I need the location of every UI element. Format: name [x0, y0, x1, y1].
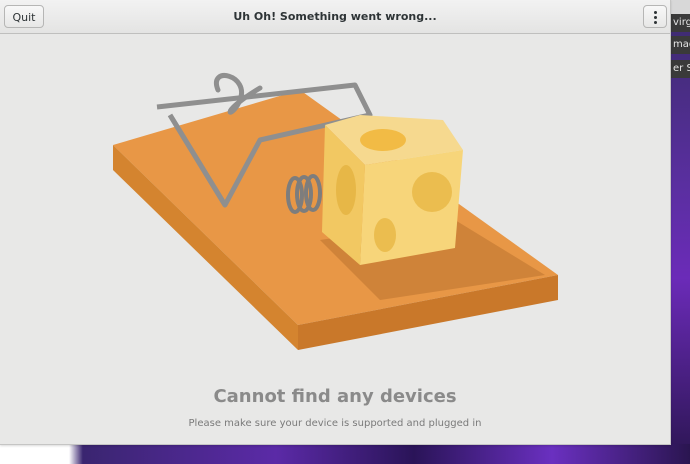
mousetrap-illustration	[113, 73, 558, 350]
cheese-hole	[336, 165, 356, 215]
window-title: Uh Oh! Something went wrong...	[233, 10, 437, 23]
background-tab: madi	[671, 36, 690, 54]
menu-button[interactable]	[643, 5, 667, 28]
cheese-hole	[374, 218, 396, 252]
title-bar: Quit Uh Oh! Something went wrong...	[0, 0, 670, 34]
error-subtext: Please make sure your device is supporte…	[188, 418, 482, 429]
quit-button[interactable]: Quit	[4, 5, 44, 28]
error-dialog: Quit Uh Oh! Something went wrong... Cann…	[0, 0, 671, 445]
desktop-background	[0, 444, 690, 464]
cheese-front	[360, 150, 463, 265]
background-tab: virgi	[671, 14, 690, 32]
error-heading: Cannot find any devices	[213, 386, 457, 407]
background-window: virgi madi er Sn	[670, 0, 690, 464]
cheese-hole	[360, 129, 406, 151]
background-tab: er Sn	[671, 60, 690, 78]
background-strip	[670, 0, 690, 15]
cheese-hole	[412, 172, 452, 212]
